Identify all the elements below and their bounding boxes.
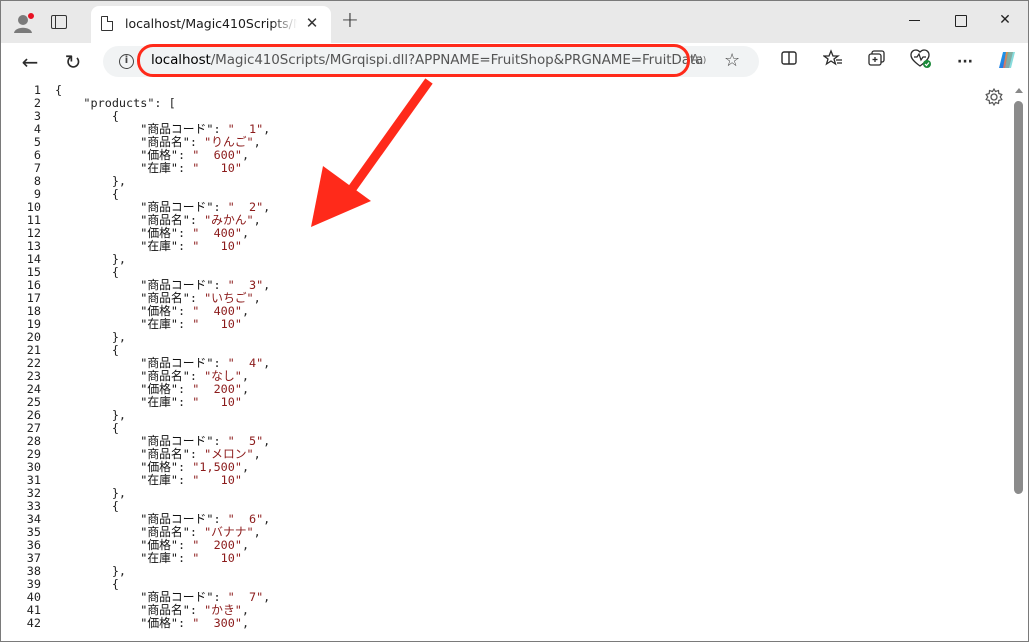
read-aloud-letter: A bbox=[691, 52, 700, 66]
browser-window: localhost/Magic410Scripts/MGrqispi.dll?A… bbox=[0, 0, 1029, 642]
back-button[interactable]: ← bbox=[17, 49, 43, 75]
favorites-icon[interactable] bbox=[820, 49, 846, 75]
tab-title: localhost/Magic410Scripts/MGrqispi.dll?A… bbox=[125, 16, 297, 31]
minimize-button[interactable] bbox=[903, 10, 927, 30]
tab-active[interactable]: localhost/Magic410Scripts/MGrqispi.dll?A… bbox=[91, 6, 331, 43]
browser-essentials-icon[interactable] bbox=[908, 49, 934, 75]
line-number: 42 bbox=[26, 616, 41, 630]
collections-icon[interactable] bbox=[864, 49, 890, 75]
close-tab-button[interactable]: ✕ bbox=[303, 14, 321, 32]
new-tab-button[interactable]: + bbox=[339, 10, 361, 33]
split-screen-icon[interactable] bbox=[776, 49, 802, 75]
gear-icon[interactable] bbox=[984, 87, 1004, 107]
vertical-scrollbar-thumb[interactable] bbox=[1014, 101, 1023, 494]
scroll-up-arrow[interactable] bbox=[1015, 88, 1023, 93]
profile-icon[interactable] bbox=[13, 12, 35, 34]
favorite-star-icon[interactable]: ☆ bbox=[724, 51, 740, 71]
tab-actions-icon[interactable] bbox=[51, 15, 67, 29]
refresh-button[interactable]: ↻ bbox=[60, 49, 86, 75]
info-icon[interactable]: i bbox=[119, 54, 134, 69]
read-aloud-icon[interactable]: A)) bbox=[691, 52, 706, 66]
page-icon bbox=[101, 15, 114, 31]
tab-strip: localhost/Magic410Scripts/MGrqispi.dll?A… bbox=[1, 1, 1028, 43]
more-button[interactable]: ··· bbox=[952, 49, 978, 75]
line-text: "価格": " 300", bbox=[140, 616, 250, 630]
read-aloud-waves: )) bbox=[699, 56, 707, 66]
copilot-icon[interactable] bbox=[994, 49, 1020, 75]
maximize-button[interactable] bbox=[948, 10, 972, 30]
close-window-button[interactable]: ✕ bbox=[993, 10, 1017, 30]
annotation-arrow bbox=[311, 78, 433, 227]
